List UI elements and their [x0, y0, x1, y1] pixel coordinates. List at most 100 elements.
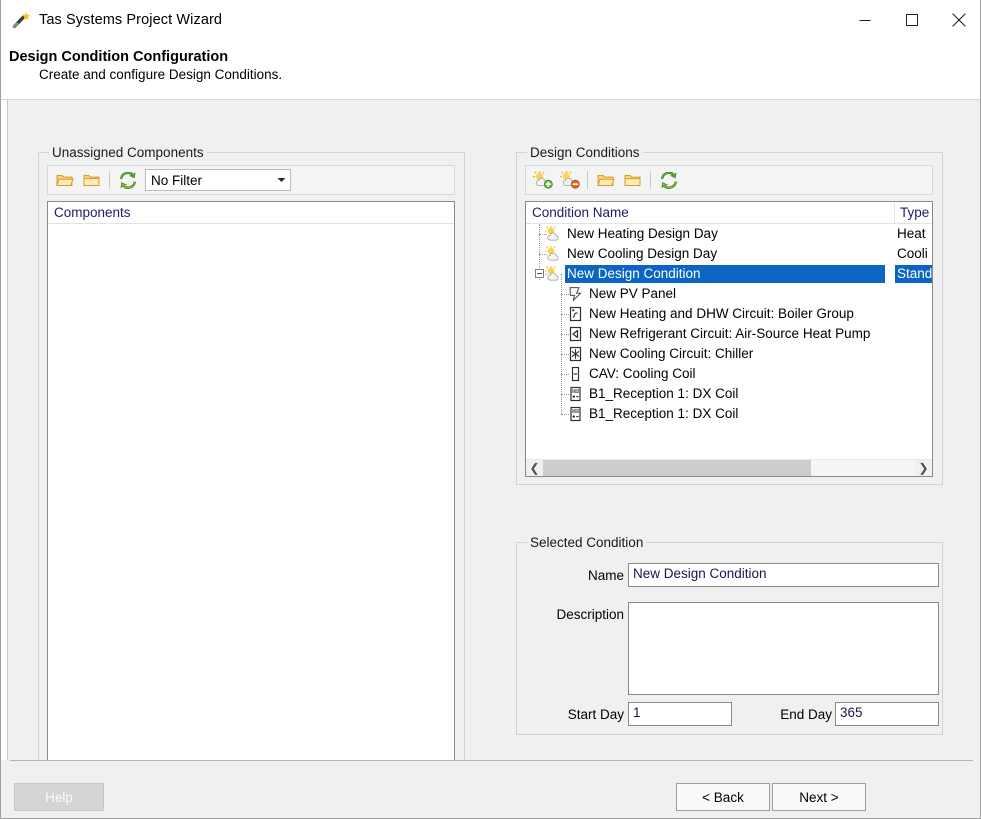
hscroll-track[interactable] [543, 459, 915, 476]
page-subtitle: Create and configure Design Conditions. [39, 67, 283, 82]
start-day-value: 1 [633, 705, 641, 720]
page-title: Design Condition Configuration [9, 49, 229, 65]
tree-row-label: New PV Panel [589, 286, 677, 301]
design-conditions-toolbar [525, 165, 933, 195]
tree-row-type: Cooli [897, 246, 928, 261]
tree-guide [561, 354, 569, 355]
wizard-window: Tas Systems Project Wizard Design Condit… [0, 0, 981, 819]
tree-guide [561, 314, 569, 315]
unassigned-toolbar: No Filter [47, 165, 455, 195]
tree-row-label: CAV: Cooling Coil [589, 366, 696, 381]
tree-guide [561, 294, 569, 295]
tree-guide [561, 334, 569, 335]
page-header: Design Condition Configuration Create an… [1, 40, 980, 100]
tree-guide [561, 374, 569, 375]
group-body: Condition Name Type New Heating Design D… [516, 152, 943, 485]
tree-guide [561, 394, 569, 395]
design-conditions-tree[interactable]: Condition Name Type New Heating Design D… [525, 201, 933, 477]
title-bar: Tas Systems Project Wizard [1, 0, 980, 40]
refresh-icon[interactable] [114, 168, 141, 192]
table-row[interactable]: CAV: Cooling Coil [526, 364, 932, 384]
hscroll-thumb[interactable] [543, 459, 811, 476]
design-conditions-legend: Design Conditions [527, 145, 643, 160]
design-conditions-group: Design Conditions Condition Name Type Ne… [516, 145, 943, 485]
table-row[interactable]: New Cooling Design Day Cooli [526, 244, 932, 264]
tree-column-header: Condition Name Type [526, 202, 932, 224]
toolbar-separator [650, 171, 651, 189]
column-divider[interactable] [894, 203, 895, 223]
window-controls [841, 0, 980, 40]
folder-open-icon[interactable] [592, 168, 619, 192]
window-title: Tas Systems Project Wizard [39, 12, 223, 28]
description-label: Description [556, 607, 624, 622]
unassigned-components-legend: Unassigned Components [49, 145, 207, 160]
table-row[interactable]: DX B1_Reception 1: DX Coil [526, 384, 932, 404]
minimize-icon[interactable] [841, 0, 888, 40]
unassigned-components-group: Unassigned Components No Filter Componen… [38, 145, 465, 818]
collapse-expander-icon[interactable] [535, 269, 544, 278]
group-body: No Filter Components ❮ [38, 152, 465, 818]
filter-value: No Filter [151, 172, 203, 188]
wizard-body: Unassigned Components No Filter Componen… [1, 100, 980, 818]
table-row[interactable]: New Design Condition Stand [526, 264, 932, 284]
table-row[interactable]: DX B1_Reception 1: DX Coil [526, 404, 932, 424]
table-row[interactable]: New Heating Design Day Heat [526, 224, 932, 244]
tree-row-type: Heat [897, 226, 926, 241]
column-header-components: Components [54, 205, 131, 220]
end-day-value: 365 [840, 705, 863, 720]
next-button[interactable]: Next > [772, 783, 866, 811]
tree-hscrollbar[interactable]: ❮ ❯ [526, 459, 932, 476]
toolbar-separator [587, 171, 588, 189]
tree-guide [561, 414, 569, 415]
tree-row-label: New Design Condition [565, 265, 885, 283]
tree-row-label: B1_Reception 1: DX Coil [589, 406, 739, 421]
name-field[interactable]: New Design Condition [628, 563, 939, 587]
tree-row-type: Stand [895, 265, 933, 283]
weather-remove-icon[interactable] [556, 168, 583, 192]
name-label: Name [587, 568, 624, 583]
folder-closed-icon[interactable] [78, 168, 105, 192]
start-day-field[interactable]: 1 [628, 702, 732, 726]
tree-row-label: New Cooling Circuit: Chiller [589, 346, 754, 361]
svg-text:DX: DX [572, 389, 578, 394]
column-header-condition-name: Condition Name [532, 205, 629, 220]
left-rail [1, 100, 8, 760]
close-icon[interactable] [935, 0, 980, 40]
table-row[interactable]: New Refrigerant Circuit: Air-Source Heat… [526, 324, 932, 344]
tree-row-label: New Cooling Design Day [567, 246, 718, 261]
tree-guide [539, 234, 547, 235]
condition-tree: New Heating Design Day Heat New Cooling … [526, 224, 932, 424]
column-header-type: Type [900, 205, 930, 220]
selected-condition-legend: Selected Condition [527, 535, 647, 550]
toolbar-separator [109, 171, 110, 189]
table-row[interactable]: New Cooling Circuit: Chiller [526, 344, 932, 364]
scroll-left-arrow-icon[interactable]: ❮ [526, 459, 543, 476]
end-day-field[interactable]: 365 [835, 702, 939, 726]
maximize-icon[interactable] [888, 0, 935, 40]
folder-open-icon[interactable] [51, 168, 78, 192]
refresh-icon[interactable] [655, 168, 682, 192]
folder-closed-icon[interactable] [619, 168, 646, 192]
tree-row-label: B1_Reception 1: DX Coil [589, 386, 739, 401]
filter-dropdown[interactable]: No Filter [145, 169, 291, 191]
scroll-right-arrow-icon[interactable]: ❯ [915, 459, 932, 476]
selected-condition-group: Selected Condition Name New Design Condi… [516, 535, 943, 735]
start-day-label: Start Day [567, 707, 624, 722]
tree-guide [545, 274, 548, 275]
help-button[interactable]: Help [14, 783, 104, 811]
svg-text:DX: DX [572, 409, 578, 414]
wizard-footer: Help < Back Next > [1, 760, 980, 818]
name-value: New Design Condition [633, 566, 767, 581]
end-day-label: End Day [780, 707, 832, 722]
description-field[interactable] [628, 602, 939, 695]
chevron-down-icon[interactable] [273, 170, 290, 190]
weather-add-icon[interactable] [529, 168, 556, 192]
table-row[interactable]: New Heating and DHW Circuit: Boiler Grou… [526, 304, 932, 324]
wand-icon [11, 10, 31, 30]
unassigned-column-header: Components [48, 202, 454, 224]
unassigned-components-list[interactable]: Components ❮ ❯ [47, 201, 455, 818]
back-button[interactable]: < Back [676, 783, 770, 811]
tree-guide [539, 254, 547, 255]
table-row[interactable]: New PV Panel [526, 284, 932, 304]
tree-row-label: New Heating and DHW Circuit: Boiler Grou… [589, 306, 854, 321]
